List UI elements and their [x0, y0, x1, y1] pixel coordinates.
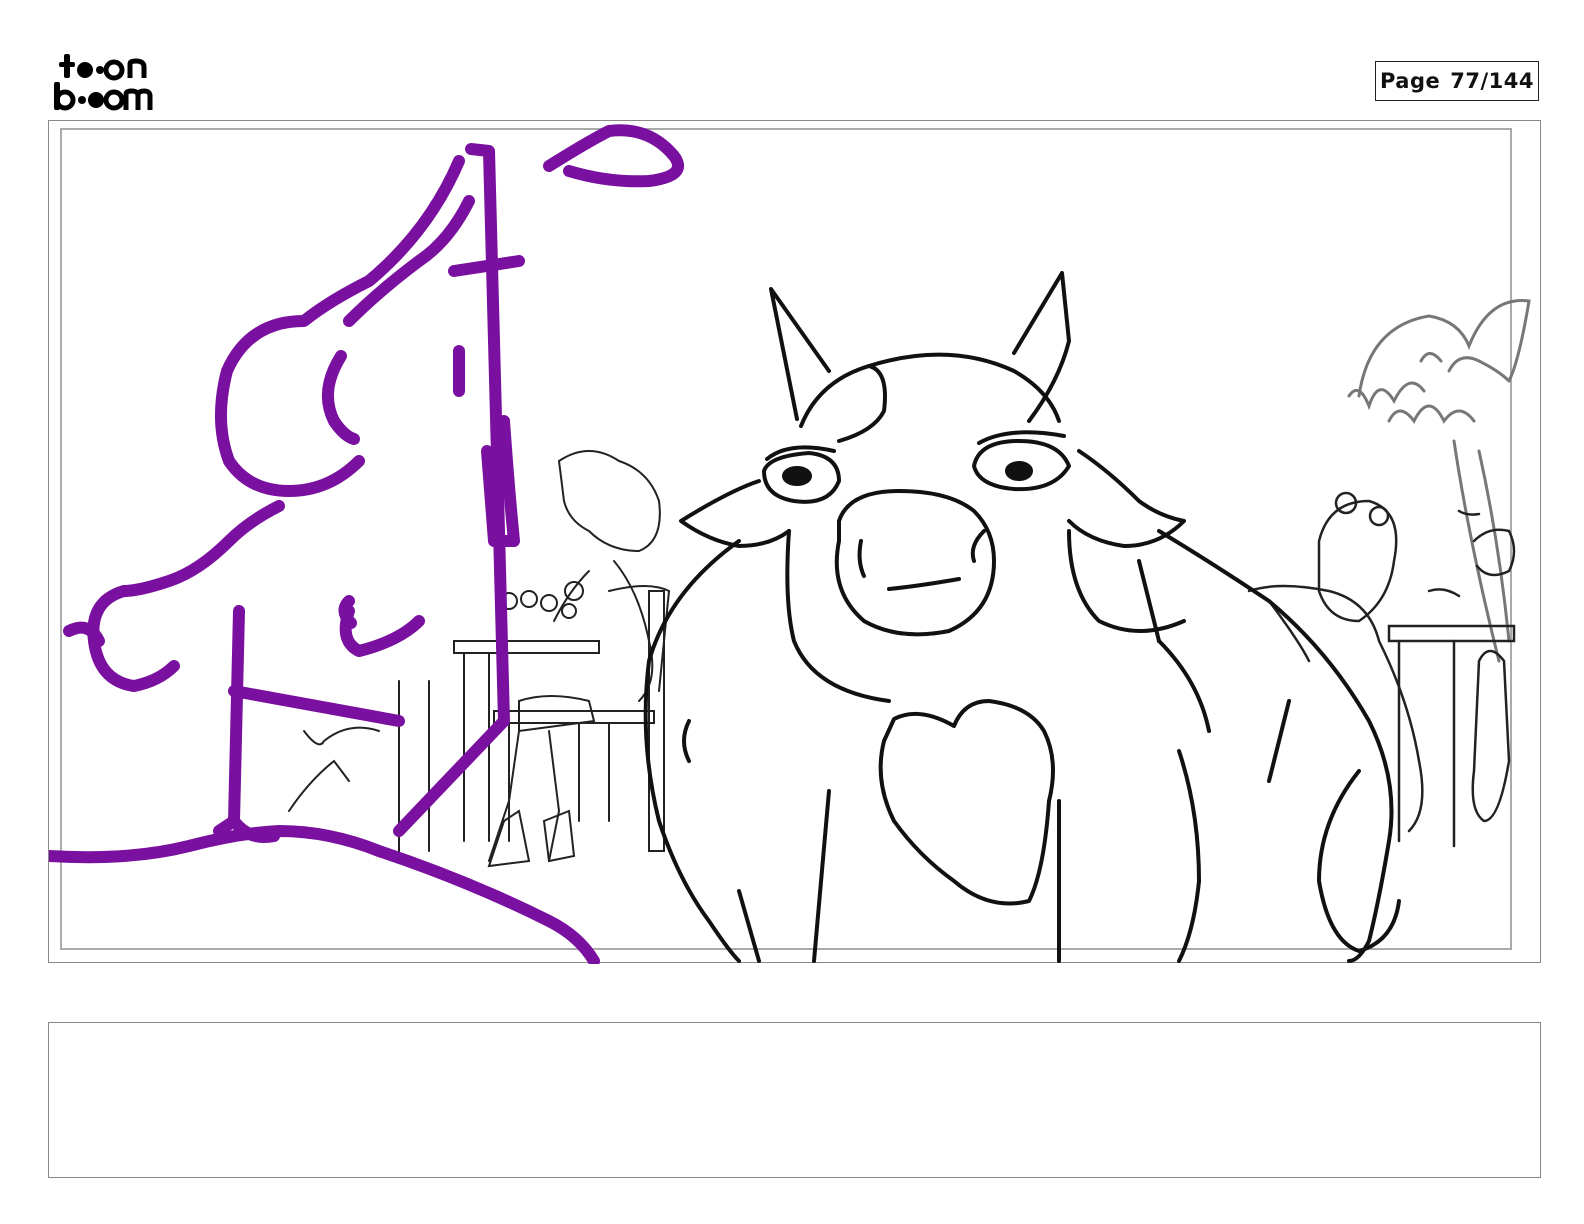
panel-drawing	[49, 124, 1531, 964]
page-number: 77/144	[1450, 69, 1534, 93]
foreground-character-sketch	[49, 124, 685, 964]
cow-character	[643, 271, 1401, 963]
page-counter: Page 77/144	[1375, 61, 1539, 101]
toonboom-logo	[52, 52, 164, 112]
background-crowd-sketch	[288, 450, 671, 868]
page-label: Page	[1379, 69, 1441, 93]
storyboard-panel	[48, 120, 1541, 964]
panel-notes-box	[48, 1022, 1541, 1178]
toonboom-logo-mark	[54, 54, 153, 111]
